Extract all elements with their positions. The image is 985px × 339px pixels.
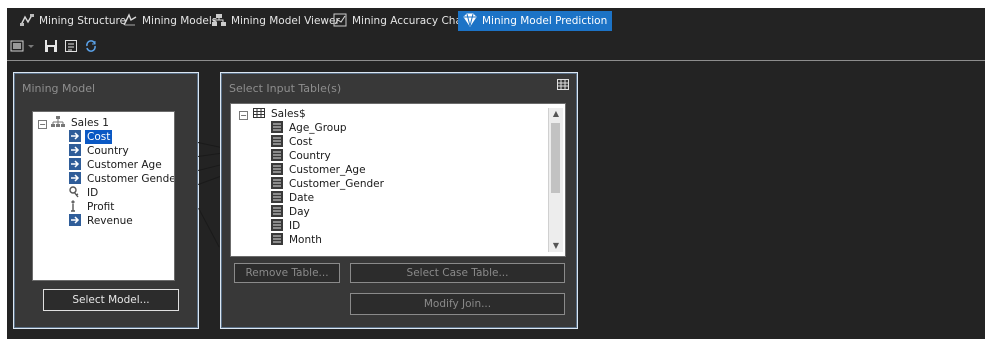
accuracy-chart-icon (333, 13, 347, 27)
join-line (198, 208, 220, 248)
mining-model-title: Mining Model (22, 82, 96, 95)
column-icon (271, 163, 283, 175)
designer-tab-bar: Mining Structure Mining Models Mining Mo… (7, 11, 985, 33)
input-column-icon (69, 158, 81, 170)
join-line (198, 164, 222, 171)
mining-model-panel: Mining Model − Sales 1 Cost Country Cust… (13, 72, 199, 329)
scroll-thumb[interactable] (551, 123, 560, 193)
select-case-table-button[interactable]: Select Case Table... (350, 263, 565, 283)
collapse-icon[interactable]: − (38, 120, 47, 129)
input-table-tree[interactable]: − Sales$ Age_Group Cost Country Customer… (230, 103, 566, 257)
column-icon (271, 205, 283, 217)
input-column-icon (69, 214, 81, 226)
input-column-icon (69, 172, 81, 184)
table-grid-icon[interactable] (557, 79, 569, 90)
column-icon (271, 121, 283, 133)
tree-item-customer-age[interactable]: Customer Age (69, 158, 164, 172)
tree-item-id[interactable]: ID (69, 186, 100, 200)
prediction-designer: Mining Structure Mining Models Mining Mo… (7, 8, 985, 339)
select-model-button[interactable]: Select Model... (43, 289, 179, 311)
mining-model-icon (51, 116, 65, 127)
designer-toolbar (7, 36, 207, 58)
tree-item-date[interactable]: Date (271, 191, 316, 205)
tree-item-country[interactable]: Country (69, 144, 131, 158)
column-icon (271, 149, 283, 161)
join-line (198, 175, 221, 185)
input-column-icon (69, 144, 81, 156)
tree-item-cost[interactable]: Cost (69, 130, 113, 144)
scroll-down-icon[interactable]: ▼ (549, 240, 563, 252)
table-icon (253, 108, 265, 118)
tree-root-model[interactable]: Sales 1 (51, 116, 111, 130)
tab-mining-structure[interactable]: Mining Structure (15, 11, 131, 31)
mining-model-tree[interactable]: − Sales 1 Cost Country Customer Age Cust… (32, 111, 175, 281)
column-icon (271, 177, 283, 189)
scroll-up-icon[interactable]: ▲ (549, 108, 563, 120)
dropdown-icon[interactable] (27, 39, 35, 53)
tree-item-country[interactable]: Country (271, 149, 333, 163)
mining-structure-icon (20, 14, 34, 26)
tree-item-customer-age[interactable]: Customer_Age (271, 163, 368, 177)
tree-scrollbar[interactable]: ▲ ▼ (548, 108, 563, 252)
result-view-icon[interactable] (10, 39, 24, 53)
tab-mining-model-prediction[interactable]: Mining Model Prediction (458, 11, 613, 31)
modify-join-button[interactable]: Modify Join... (350, 293, 565, 315)
toolbar-divider (7, 60, 985, 61)
tree-item-month[interactable]: Month (271, 233, 324, 247)
tab-mining-accuracy-chart[interactable]: Mining Accuracy Chart (328, 11, 475, 31)
prediction-icon (463, 13, 477, 27)
column-icon (271, 135, 283, 147)
tree-item-profit[interactable]: Profit (69, 200, 116, 214)
key-column-icon (69, 186, 79, 198)
tree-item-cost[interactable]: Cost (271, 135, 314, 149)
input-tables-title: Select Input Table(s) (229, 82, 342, 95)
tree-item-revenue[interactable]: Revenue (69, 214, 135, 228)
collapse-icon[interactable]: − (239, 111, 248, 120)
join-line (197, 142, 222, 148)
input-column-icon (69, 130, 81, 142)
tree-item-customer-gender[interactable]: Customer_Gender (271, 177, 386, 191)
model-viewer-icon (212, 14, 226, 26)
tree-root-table[interactable]: Sales$ (253, 107, 308, 121)
column-icon (271, 219, 283, 231)
remove-table-button[interactable]: Remove Table... (234, 263, 340, 283)
save-icon[interactable] (44, 39, 58, 53)
input-tables-panel: Select Input Table(s) − Sales$ Age_Group… (220, 72, 578, 329)
tree-item-day[interactable]: Day (271, 205, 312, 219)
singleton-query-icon[interactable] (64, 39, 78, 53)
tree-item-id[interactable]: ID (271, 219, 302, 233)
tree-item-age-group[interactable]: Age_Group (271, 121, 349, 135)
mining-models-icon (123, 13, 137, 26)
column-icon (271, 233, 283, 245)
tab-mining-model-viewer[interactable]: Mining Model Viewer (207, 11, 345, 31)
tree-item-customer-gender[interactable]: Customer Gender (69, 172, 174, 186)
predict-column-icon (71, 200, 75, 212)
refresh-icon[interactable] (84, 39, 98, 53)
column-icon (271, 191, 283, 203)
join-line (198, 152, 222, 157)
